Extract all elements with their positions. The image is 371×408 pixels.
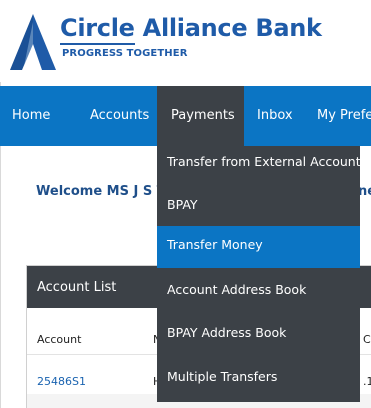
menu-item-transfer-money[interactable]: Transfer Money [157, 226, 360, 268]
menu-item-bpay[interactable]: BPAY [157, 186, 360, 224]
brand-name-rest: Alliance Bank [142, 14, 322, 42]
brand-tagline: PROGRESS TOGETHER [62, 48, 188, 59]
menu-item-account-address-book[interactable]: Account Address Book [157, 271, 360, 309]
payments-dropdown-menu: Transfer from External Account BPAY Tran… [157, 146, 361, 402]
menu-item-multiple-transfers[interactable]: Multiple Transfers [157, 358, 360, 396]
bank-logo-icon[interactable] [10, 14, 56, 70]
column-header-account[interactable]: Account [37, 333, 81, 346]
account-number-link[interactable]: 25486S1 [37, 375, 86, 388]
site-header: Circle Alliance Bank PROGRESS TOGETHER [0, 0, 371, 82]
nav-accounts[interactable]: Accounts [90, 86, 149, 146]
column-header-current[interactable]: Cu [363, 333, 371, 346]
nav-inbox[interactable]: Inbox [257, 86, 293, 146]
main-nav: Home Accounts Payments Inbox My Prefe [0, 86, 371, 146]
welcome-message: Welcome MS J S T [36, 184, 166, 199]
nav-my-preferences[interactable]: My Prefe [317, 86, 371, 146]
menu-item-transfer-external[interactable]: Transfer from External Account [157, 146, 361, 186]
account-list-title: Account List [37, 280, 117, 295]
brand-name[interactable]: Circle Alliance Bank [60, 14, 322, 45]
nav-home[interactable]: Home [12, 86, 50, 146]
menu-item-bpay-address-book[interactable]: BPAY Address Book [157, 314, 360, 352]
brand-name-circle: Circle [60, 14, 135, 45]
nav-payments[interactable]: Payments [157, 86, 244, 146]
account-balance-cell: .1( [363, 375, 371, 388]
